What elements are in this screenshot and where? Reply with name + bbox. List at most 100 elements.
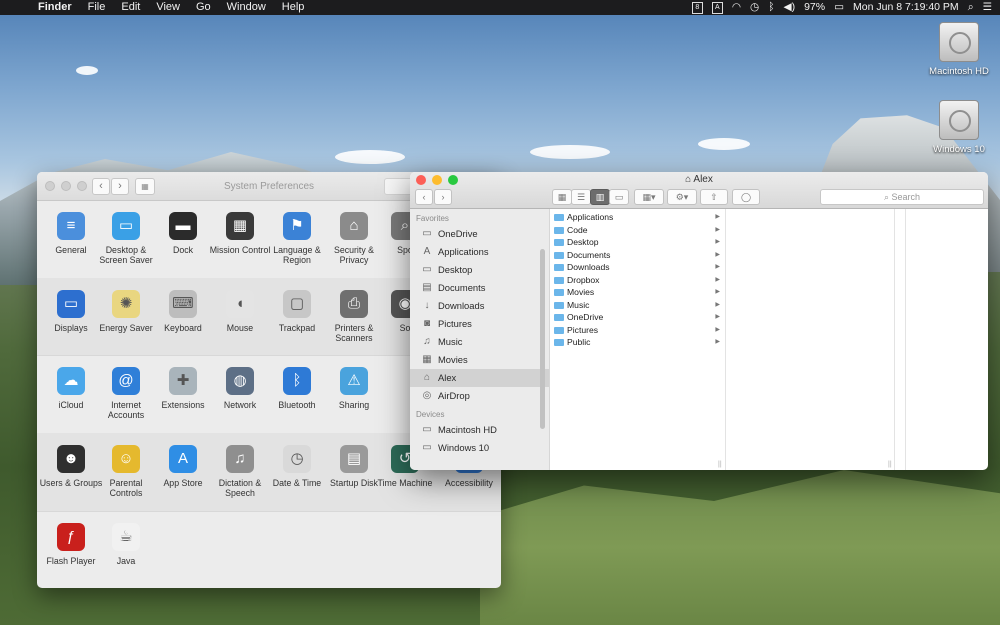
applications-icon: A — [423, 246, 431, 257]
sidebar-item-music[interactable]: ♫ Music — [410, 333, 549, 351]
desktop-disk-windows-10[interactable]: Windows 10 — [919, 100, 999, 155]
sidebar-item-airdrop[interactable]: ◎ AirDrop — [410, 387, 549, 405]
chevron-right-icon: ▶ — [715, 301, 720, 308]
battery-percentage[interactable]: 97% — [804, 0, 825, 15]
sidebar-item-macintosh-hd[interactable]: ▭ Macintosh HD — [410, 421, 549, 439]
sidebar-scrollbar[interactable] — [540, 249, 545, 429]
icon-view-button[interactable]: ▦ — [552, 189, 572, 205]
battery-icon[interactable]: ▭ — [834, 0, 844, 15]
pref-extensions[interactable]: ✚ Extensions — [151, 367, 215, 410]
search-field[interactable]: ⌕ Search — [820, 189, 984, 205]
pref-parental-controls[interactable]: ☺ Parental Controls — [94, 445, 158, 498]
list-item[interactable]: Pictures ▶ — [550, 324, 725, 337]
list-item[interactable]: OneDrive ▶ — [550, 311, 725, 324]
list-item[interactable]: Downloads ▶ — [550, 261, 725, 274]
edit-tags-button[interactable]: ◯ — [732, 189, 760, 205]
pref-internet-accounts[interactable]: @ Internet Accounts — [94, 367, 158, 420]
sidebar-item-downloads[interactable]: ↓ Downloads — [410, 297, 549, 315]
list-item[interactable]: Code ▶ — [550, 224, 725, 237]
sidebar-item-desktop[interactable]: ▭ Desktop — [410, 261, 549, 279]
cloud — [335, 150, 405, 164]
bluetooth-icon: ᛒ — [283, 367, 311, 395]
pref-network[interactable]: ◍ Network — [208, 367, 272, 410]
list-item[interactable]: Movies ▶ — [550, 286, 725, 299]
column-resize-handle[interactable]: || — [718, 461, 722, 468]
folder-icon — [554, 239, 564, 246]
folder-name: Pictures — [567, 324, 599, 335]
documents-icon: ▤ — [422, 282, 432, 293]
app-menu[interactable]: Finder — [30, 0, 80, 15]
forward-button[interactable]: › — [434, 189, 452, 205]
folder-icon — [554, 289, 564, 296]
disk-icon: ▤ — [340, 445, 368, 473]
java-icon: ☕ — [112, 523, 140, 551]
sidebar-item-onedrive[interactable]: ▭ OneDrive — [410, 225, 549, 243]
pref-dock[interactable]: ▬ Dock — [151, 212, 215, 255]
pref-sharing[interactable]: ⚠ Sharing — [322, 367, 386, 410]
list-item[interactable]: Desktop ▶ — [550, 236, 725, 249]
menu-window[interactable]: Window — [219, 0, 274, 15]
sidebar-item-documents[interactable]: ▤ Documents — [410, 279, 549, 297]
pref-mission-control[interactable]: ▦ Mission Control — [208, 212, 272, 255]
column-view-button[interactable]: ▥ — [590, 189, 610, 205]
list-item[interactable]: Public ▶ — [550, 336, 725, 349]
action-gear-button[interactable]: ⚙▾ — [667, 189, 697, 205]
network-globe-icon: ◍ — [226, 367, 254, 395]
input-source-icon[interactable]: A — [711, 1, 723, 14]
pref-app-store[interactable]: A App Store — [151, 445, 215, 488]
menu-go[interactable]: Go — [188, 0, 219, 15]
parental-icon: ☺ — [112, 445, 140, 473]
sidebar-header-devices: Devices — [416, 410, 445, 419]
list-item[interactable]: Documents ▶ — [550, 249, 725, 262]
printer-icon: ⎙ — [340, 290, 368, 318]
sidebar-item-movies[interactable]: ▦ Movies — [410, 351, 549, 369]
house-lock-icon: ⌂ — [340, 212, 368, 240]
wifi-icon[interactable]: ◠ — [732, 0, 741, 15]
pref-trackpad[interactable]: ▢ Trackpad — [265, 290, 329, 333]
cover-flow-button[interactable]: ▭ — [609, 189, 629, 205]
menu-help[interactable]: Help — [274, 0, 313, 15]
arrange-menu-button[interactable]: ▦▾ — [634, 189, 664, 205]
hard-drive-icon: ▭ — [422, 424, 432, 435]
sidebar-item-pictures[interactable]: ◙ Pictures — [410, 315, 549, 333]
bluetooth-menu-icon[interactable]: ᛒ — [768, 0, 774, 15]
sidebar-item-applications[interactable]: A Applications — [410, 243, 549, 261]
sidebar-item-label: AirDrop — [438, 390, 470, 401]
list-item[interactable]: Music ▶ — [550, 299, 725, 312]
back-button[interactable]: ‹ — [415, 189, 433, 205]
volume-icon[interactable]: ◀) — [784, 0, 796, 15]
pref-java[interactable]: ☕ Java — [94, 523, 158, 566]
folder-icon — [554, 276, 564, 284]
pref-desktop-screen-saver[interactable]: ▭ Desktop & Screen Saver — [94, 212, 158, 265]
menu-file[interactable]: File — [80, 0, 114, 15]
pref-energy-saver[interactable]: ✺ Energy Saver — [94, 290, 158, 333]
list-item[interactable]: Applications ▶ — [550, 211, 725, 224]
pref-mouse[interactable]: ◖ Mouse — [208, 290, 272, 333]
menu-edit[interactable]: Edit — [113, 0, 148, 15]
share-button[interactable]: ⇧ — [700, 189, 728, 205]
pref-keyboard[interactable]: ⌨ Keyboard — [151, 290, 215, 333]
trackpad-icon: ▢ — [283, 290, 311, 318]
time-machine-menu-icon[interactable]: ◷ — [750, 0, 759, 15]
list-item[interactable]: Dropbox ▶ — [550, 274, 725, 287]
pref-language-region[interactable]: ⚑ Language & Region — [265, 212, 329, 265]
column-home: Applications ▶ Code ▶ Desktop ▶ Documents ▶ Down… — [550, 209, 726, 470]
movies-icon: ▦ — [422, 354, 432, 365]
clock[interactable]: Mon Jun 8 7:19:40 PM — [853, 0, 959, 15]
status-indicator-icon[interactable]: 8 — [691, 1, 703, 14]
notification-center-icon[interactable]: ☰ — [983, 0, 992, 15]
menu-view[interactable]: View — [148, 0, 188, 15]
sidebar-item-windows-10[interactable]: ▭ Windows 10 — [410, 439, 549, 457]
spotlight-icon[interactable]: ⌕ — [968, 0, 974, 15]
desktop-disk-macintosh-hd[interactable]: Macintosh HD — [919, 22, 999, 77]
pref-label: Java — [116, 556, 136, 566]
pref-date-time[interactable]: ◷ Date & Time — [265, 445, 329, 488]
sidebar-item-alex[interactable]: ⌂ Alex — [410, 369, 549, 387]
list-view-button[interactable]: ☰ — [571, 189, 591, 205]
pref-dictation-speech[interactable]: ♫ Dictation & Speech — [208, 445, 272, 498]
desktop-icon: ▭ — [112, 212, 140, 240]
chevron-right-icon: ▶ — [715, 339, 720, 345]
folder-name: Desktop — [567, 237, 599, 247]
column-resize-handle[interactable]: || — [888, 461, 892, 468]
pref-bluetooth[interactable]: ᛒ Bluetooth — [265, 367, 329, 410]
